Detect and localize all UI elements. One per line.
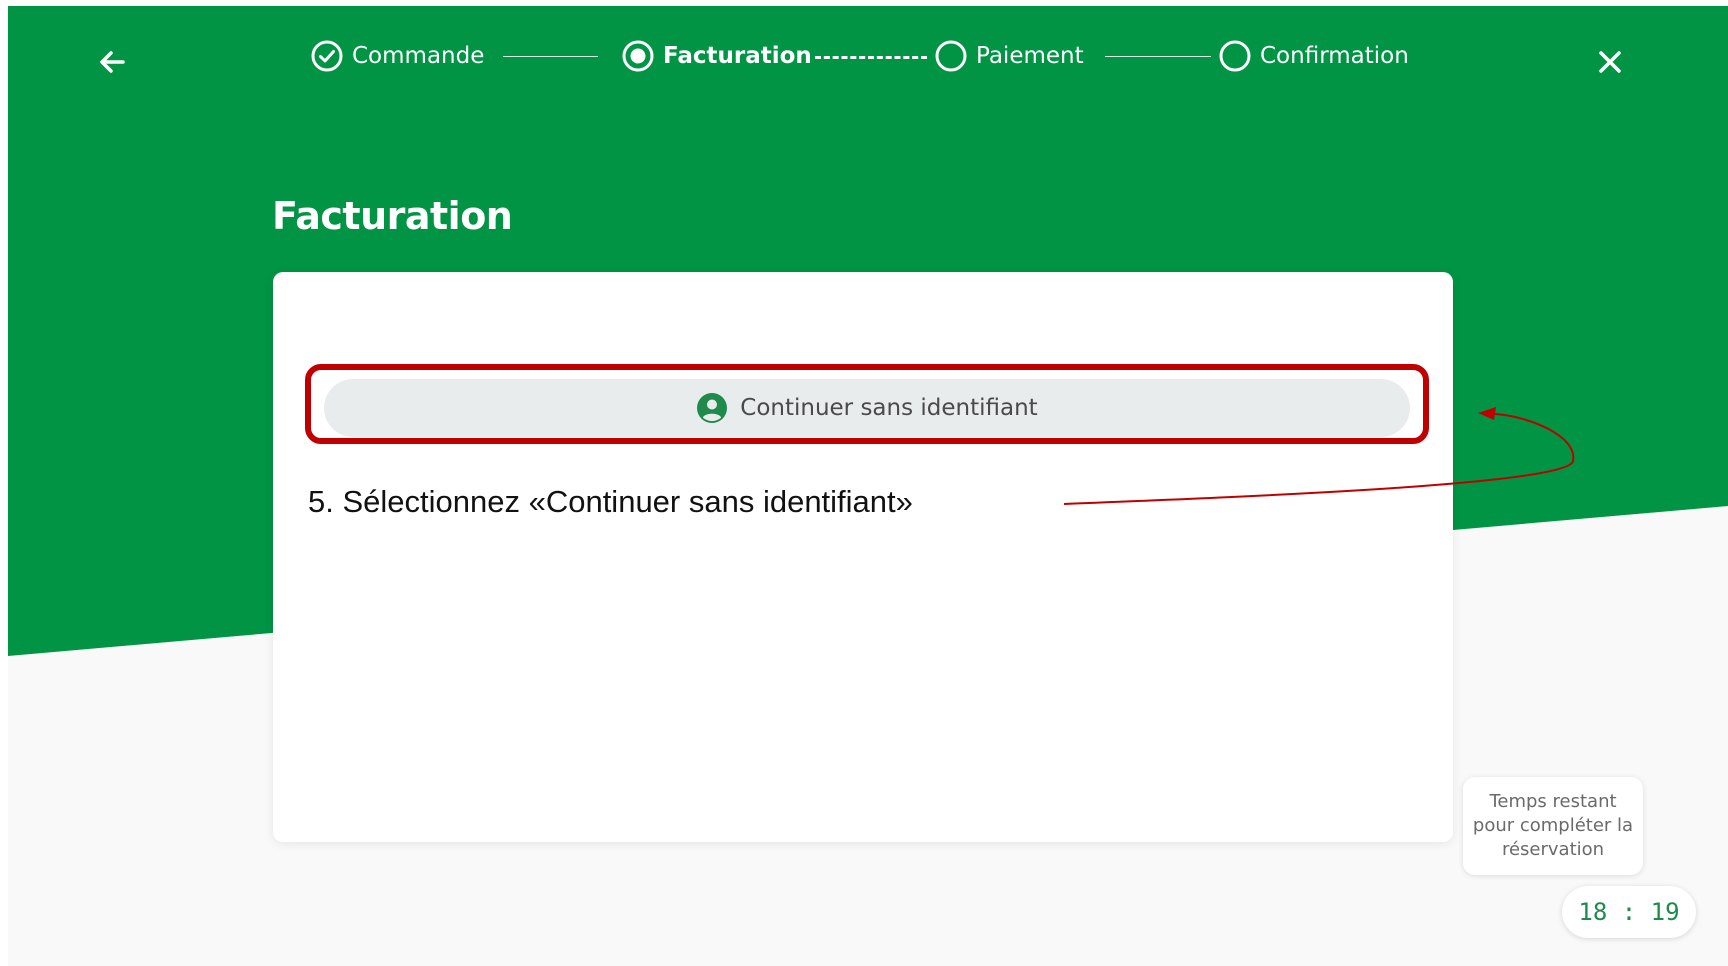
billing-card [273,272,1453,842]
step-paiement[interactable]: Paiement [934,36,1084,76]
step-connector-dashed [815,56,927,59]
annotation-highlight-box [305,364,1429,444]
page-title: Facturation [272,194,513,238]
step-connector [1105,56,1211,57]
empty-circle-icon [935,40,967,72]
annotation-instruction: 5. Sélectionnez «Continuer sans identifi… [308,484,913,519]
page-frame: Commande Facturation Paiement Confirmati… [8,6,1728,966]
close-icon [1599,51,1621,73]
step-label: Confirmation [1260,43,1409,69]
timer-label: Temps restant pour compléter la réservat… [1472,791,1634,860]
checkout-stepper: Commande Facturation Paiement Confirmati… [8,36,1728,76]
close-button[interactable] [1590,42,1630,82]
step-label: Commande [352,43,485,69]
step-connector [503,56,598,57]
top-bar: Commande Facturation Paiement Confirmati… [8,6,1728,116]
step-commande[interactable]: Commande [310,36,484,76]
empty-circle-icon [1219,40,1251,72]
step-confirmation[interactable]: Confirmation [1218,36,1409,76]
check-circle-icon [311,40,343,72]
countdown-timer: 18 : 19 [1562,886,1696,938]
step-facturation[interactable]: Facturation [621,36,812,76]
step-label: Paiement [976,43,1084,69]
timer-info-box: Temps restant pour compléter la réservat… [1463,777,1643,875]
radio-selected-icon [622,40,654,72]
step-label: Facturation [663,43,812,69]
